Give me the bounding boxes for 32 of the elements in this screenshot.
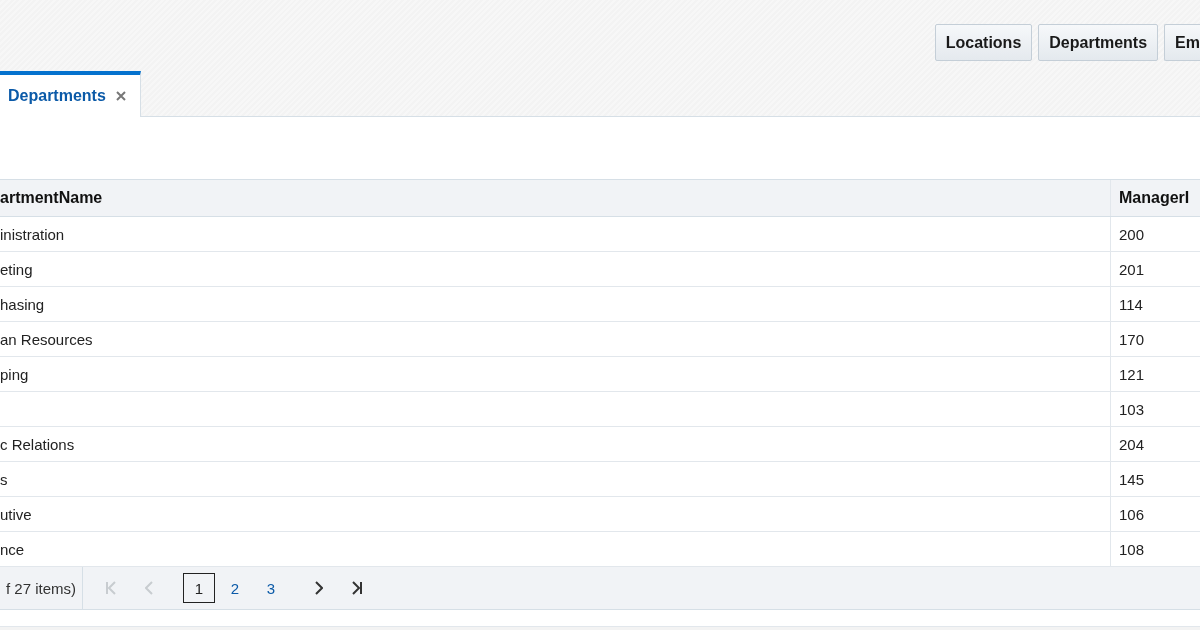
table-cell: eting — [0, 260, 33, 278]
table-cell: 103 — [1119, 400, 1145, 418]
toolbar-button[interactable]: Em — [1164, 24, 1200, 61]
table-cell: 108 — [1119, 540, 1145, 558]
table-cell: 145 — [1119, 470, 1145, 488]
toolbar-button[interactable]: Locations — [934, 24, 1033, 61]
table-cell: s — [0, 470, 8, 488]
table-cell: 200 — [1119, 225, 1145, 243]
tab[interactable]: Departments — [0, 71, 141, 117]
table-cell: 201 — [1119, 260, 1145, 278]
close-icon[interactable] — [115, 91, 126, 101]
table-cell: 121 — [1119, 365, 1145, 383]
last-page-icon[interactable] — [351, 581, 363, 595]
table-cell: hasing — [0, 295, 45, 313]
page-button[interactable]: 2 — [219, 573, 251, 603]
table-cell: 114 — [1119, 295, 1143, 313]
table-cell: c Relations — [0, 435, 75, 453]
table-cell: 170 — [1119, 330, 1145, 348]
table-cell: nce — [0, 540, 25, 558]
page-button[interactable]: 1 — [183, 573, 215, 603]
table-cell: 204 — [1119, 435, 1145, 453]
table-cell: inistration — [0, 225, 65, 243]
table-cell: an Resources — [0, 330, 93, 348]
item-count: f 27 items) — [0, 567, 83, 609]
table-cell: 106 — [1119, 505, 1145, 523]
table-cell: ping — [0, 365, 29, 383]
page-button[interactable]: 3 — [255, 573, 287, 603]
column-header[interactable]: ManagerI — [1110, 180, 1200, 216]
toolbar-button[interactable]: Departments — [1038, 24, 1159, 61]
column-header[interactable]: artmentName — [0, 180, 1110, 216]
table-cell: utive — [0, 505, 32, 523]
next-page-icon[interactable] — [315, 581, 323, 595]
